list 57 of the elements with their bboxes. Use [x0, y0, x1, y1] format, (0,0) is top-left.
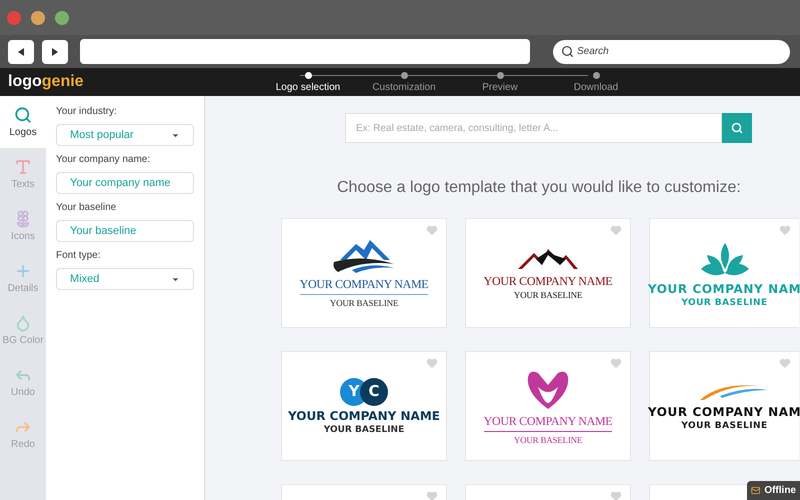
company-name-text: YOUR COMPANY NAME — [288, 410, 440, 422]
text-field[interactable]: Your company name — [56, 172, 194, 194]
company-name-text: YOUR COMPANY NAME — [484, 415, 612, 432]
section-heading: Choose a logo template that you would like to customize: — [336, 178, 742, 198]
search-icon — [731, 122, 743, 134]
baseline-text: YOUR BASELINE — [514, 290, 582, 300]
forward-button[interactable] — [42, 40, 68, 64]
company-name-text: YOUR COMPANY NAM — [648, 282, 800, 294]
step-tab[interactable]: Logo selection — [260, 72, 356, 92]
logogenie-logo: logogenie — [7, 74, 85, 90]
dropdown[interactable]: Mixed — [56, 268, 194, 290]
company-name-text: YOUR COMPANY NAME — [300, 278, 428, 295]
mail-icon — [751, 485, 760, 496]
favorite-icon[interactable] — [426, 224, 438, 236]
baseline-text: YOUR BASELINE — [681, 298, 768, 308]
baseline-text: YOUR BASELINE — [324, 426, 404, 434]
logo-template-card[interactable]: Y C YOUR COMPANY NAME YOUR BASELINE — [281, 351, 447, 461]
logo-template-card[interactable]: YOUR COMPANY NAM YOUR BASELINE — [649, 218, 799, 328]
minimize-window-icon[interactable] — [31, 10, 45, 24]
logo-template-card[interactable]: YOUR COMPANY NAME YOUR BASELINE — [281, 218, 447, 328]
favorite-icon[interactable] — [779, 224, 791, 236]
field-label: Font type: — [56, 249, 102, 263]
field-label: Your baseline — [56, 201, 118, 215]
search-button[interactable] — [722, 113, 752, 143]
favorite-icon[interactable] — [426, 357, 438, 369]
monogram-letter: C — [360, 378, 388, 406]
step-tab[interactable]: Preview — [452, 72, 548, 92]
maximize-window-icon[interactable] — [55, 10, 69, 24]
address-field[interactable] — [80, 39, 530, 64]
search-icon — [561, 45, 574, 58]
step-tab[interactable]: Download — [548, 72, 644, 92]
close-window-icon[interactable] — [7, 10, 21, 24]
baseline-text: YOUR BASELINE — [681, 422, 768, 430]
text-field[interactable]: Your baseline — [56, 220, 194, 242]
back-button[interactable] — [8, 40, 34, 64]
chat-status-toast[interactable]: Offline — [747, 481, 800, 500]
favorite-icon[interactable] — [426, 490, 438, 500]
tool-tab[interactable]: Logos — [0, 96, 46, 148]
logo-template-card[interactable]: YOUR COMPANY NAME YOUR BASELINE — [465, 218, 631, 328]
field-label: Your company name: — [56, 153, 152, 167]
back-icon — [16, 46, 26, 56]
field-label: Your industry: — [56, 105, 118, 119]
forward-icon — [50, 46, 60, 56]
favorite-icon[interactable] — [610, 490, 622, 500]
dropdown[interactable]: Most popular — [56, 124, 194, 146]
browser-search-field[interactable]: Search — [553, 40, 790, 64]
search-placeholder: Search — [577, 45, 609, 59]
company-name-text: YOUR COMPANY NAM — [648, 406, 800, 418]
favorite-icon[interactable] — [779, 357, 791, 369]
favorite-icon[interactable] — [610, 357, 622, 369]
step-tab[interactable]: Customization — [356, 72, 452, 92]
baseline-text: YOUR BASELINE — [330, 299, 398, 308]
favorite-icon[interactable] — [610, 224, 622, 236]
logo-template-card[interactable]: YOUR COMPANY NAM YOUR BASELINE — [649, 351, 799, 461]
company-name-text: YOUR COMPANY NAME — [484, 274, 612, 286]
baseline-text: YOUR BASELINE — [514, 436, 582, 445]
logo-template-card[interactable]: YOUR COMPANY NAME YOUR BASELINE — [465, 351, 631, 461]
